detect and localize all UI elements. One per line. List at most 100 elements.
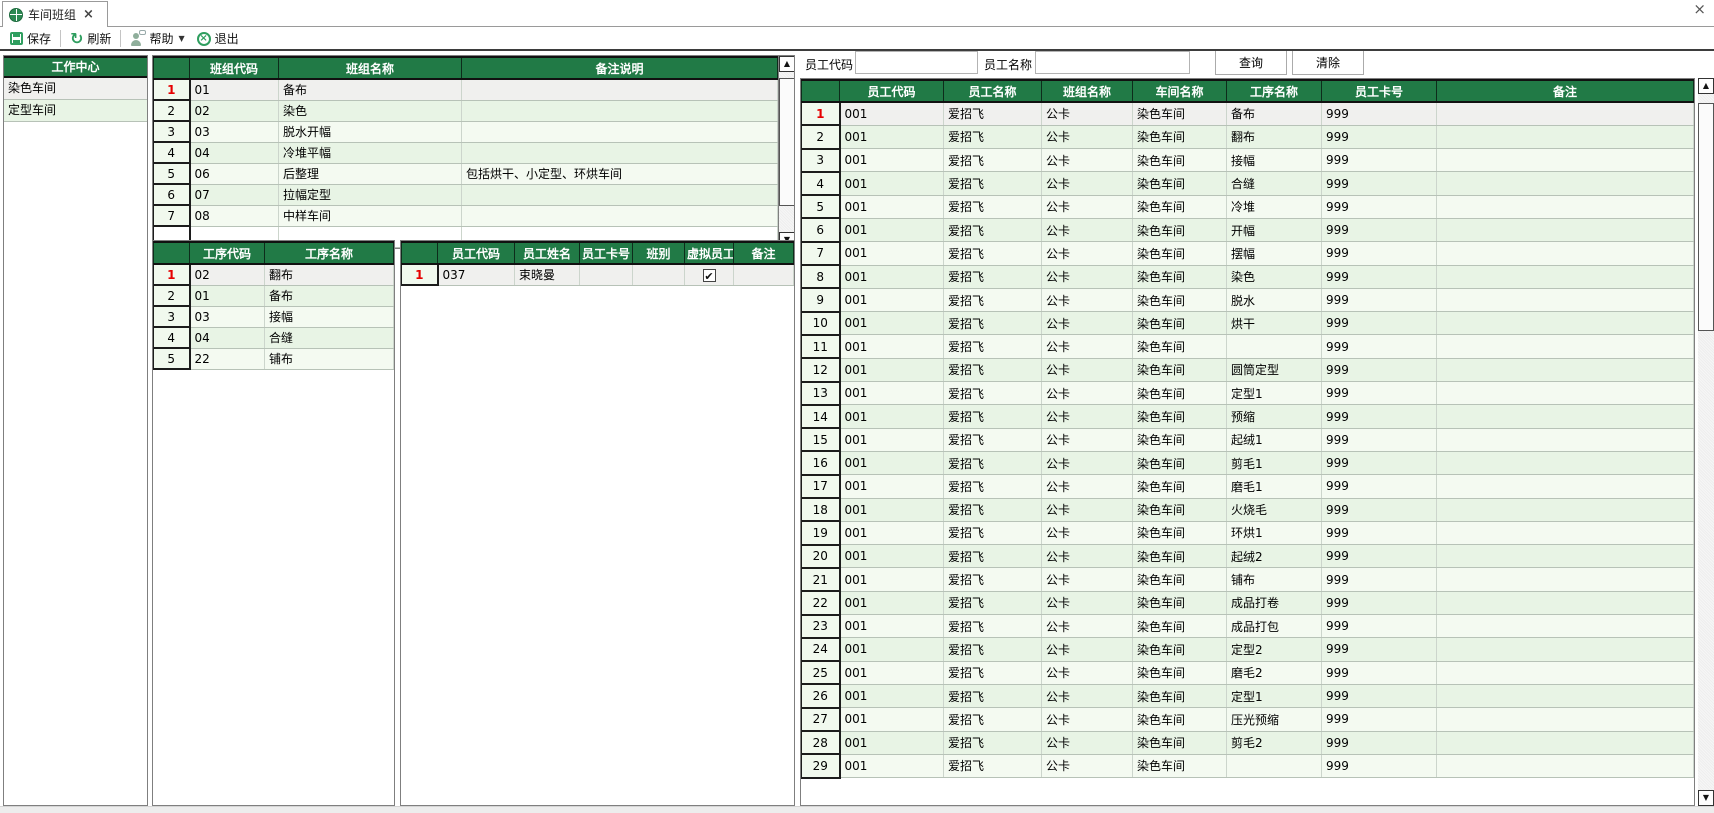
row-number[interactable]: 13 — [802, 382, 840, 405]
table-row[interactable]: 24001爱招飞公卡染色车间定型2999 — [802, 638, 1694, 661]
cell[interactable]: 04 — [190, 327, 265, 348]
row-number[interactable]: 21 — [802, 568, 840, 591]
cell[interactable]: 爱招飞 — [944, 638, 1042, 661]
query-button[interactable]: 查询 — [1215, 50, 1287, 75]
table-row[interactable]: 102翻布 — [154, 264, 394, 285]
work-center-item-dyeing[interactable]: 染色车间 — [4, 78, 147, 100]
table-row[interactable]: 13001爱招飞公卡染色车间定型1999 — [802, 382, 1694, 405]
cell[interactable] — [1437, 358, 1694, 381]
member-card-cell[interactable] — [580, 264, 633, 285]
cell[interactable]: 起绒2 — [1227, 545, 1322, 568]
cell[interactable]: 01 — [190, 285, 265, 306]
cell[interactable] — [1437, 405, 1694, 428]
cell[interactable]: 001 — [840, 568, 944, 591]
cell[interactable]: 001 — [840, 754, 944, 777]
cell[interactable]: 03 — [190, 121, 279, 142]
cell[interactable]: 备布 — [1227, 102, 1322, 125]
table-row[interactable]: 20001爱招飞公卡染色车间起绒2999 — [802, 545, 1694, 568]
emp-name-input[interactable] — [1035, 51, 1190, 74]
cell[interactable]: 染色车间 — [1133, 708, 1227, 731]
cell[interactable]: 公卡 — [1042, 125, 1133, 148]
cell[interactable] — [1437, 242, 1694, 265]
table-row[interactable]: 303接幅 — [154, 306, 394, 327]
row-number[interactable]: 26 — [802, 684, 840, 707]
table-row[interactable]: 6001爱招飞公卡染色车间开幅999 — [802, 218, 1694, 241]
cell[interactable]: 001 — [840, 615, 944, 638]
cell[interactable]: 爱招飞 — [944, 358, 1042, 381]
cell[interactable]: 染色车间 — [1133, 405, 1227, 428]
cell[interactable]: 001 — [840, 288, 944, 311]
table-row[interactable]: 26001爱招飞公卡染色车间定型1999 — [802, 684, 1694, 707]
row-number[interactable]: 18 — [802, 498, 840, 521]
cell[interactable]: 后整理 — [279, 163, 462, 184]
cell[interactable]: 001 — [840, 545, 944, 568]
cell[interactable]: 公卡 — [1042, 242, 1133, 265]
table-row[interactable]: 27001爱招飞公卡染色车间压光预缩999 — [802, 708, 1694, 731]
scrollbar-thumb[interactable] — [1698, 103, 1714, 331]
cell[interactable]: 999 — [1322, 754, 1437, 777]
cell[interactable]: 爱招飞 — [944, 545, 1042, 568]
cell[interactable]: 999 — [1322, 684, 1437, 707]
row-number[interactable]: 17 — [802, 475, 840, 498]
cell[interactable]: 染色车间 — [1133, 125, 1227, 148]
work-center-item-shaping[interactable]: 定型车间 — [4, 100, 147, 122]
cell[interactable]: 染色车间 — [1133, 568, 1227, 591]
row-number[interactable]: 12 — [802, 358, 840, 381]
cell[interactable]: 999 — [1322, 428, 1437, 451]
cell[interactable]: 001 — [840, 218, 944, 241]
cell[interactable]: 爱招飞 — [944, 125, 1042, 148]
row-number[interactable]: 20 — [802, 545, 840, 568]
cell[interactable]: 爱招飞 — [944, 661, 1042, 684]
row-number[interactable]: 2 — [802, 125, 840, 148]
table-row[interactable]: 202染色 — [154, 100, 778, 121]
cell[interactable]: 公卡 — [1042, 312, 1133, 335]
table-row[interactable]: 8001爱招飞公卡染色车间染色999 — [802, 265, 1694, 288]
cell[interactable] — [1437, 312, 1694, 335]
cell[interactable]: 爱招飞 — [944, 242, 1042, 265]
cell[interactable]: 翻布 — [1227, 125, 1322, 148]
cell[interactable]: 爱招飞 — [944, 288, 1042, 311]
cell[interactable]: 剪毛1 — [1227, 451, 1322, 474]
cell[interactable]: 爱招飞 — [944, 684, 1042, 707]
table-row[interactable]: 404冷堆平幅 — [154, 142, 778, 163]
cell[interactable]: 公卡 — [1042, 708, 1133, 731]
cell[interactable]: 999 — [1322, 521, 1437, 544]
cell[interactable] — [1227, 754, 1322, 777]
member-note-cell[interactable] — [734, 264, 794, 285]
cell[interactable]: 翻布 — [265, 264, 394, 285]
tab-close-icon[interactable]: × — [83, 7, 94, 22]
cell[interactable]: 染色车间 — [1133, 498, 1227, 521]
cell[interactable]: 中样车间 — [279, 205, 462, 226]
cell[interactable]: 染色车间 — [1133, 172, 1227, 195]
table-row[interactable]: 404合缝 — [154, 327, 394, 348]
table-row[interactable]: 21001爱招飞公卡染色车间铺布999 — [802, 568, 1694, 591]
row-number[interactable]: 1 — [154, 264, 190, 285]
cell[interactable] — [1437, 615, 1694, 638]
cell[interactable]: 999 — [1322, 125, 1437, 148]
cell[interactable]: 爱招飞 — [944, 265, 1042, 288]
cell[interactable]: 火烧毛 — [1227, 498, 1322, 521]
cell[interactable]: 公卡 — [1042, 428, 1133, 451]
cell[interactable]: 爱招飞 — [944, 382, 1042, 405]
cell[interactable]: 公卡 — [1042, 684, 1133, 707]
cell[interactable] — [1437, 661, 1694, 684]
cell[interactable]: 爱招飞 — [944, 195, 1042, 218]
cell[interactable]: 接幅 — [1227, 149, 1322, 172]
cell[interactable]: 爱招飞 — [944, 731, 1042, 754]
cell[interactable]: 001 — [840, 335, 944, 358]
cell[interactable] — [462, 121, 778, 142]
row-number[interactable]: 8 — [802, 265, 840, 288]
cell[interactable]: 脱水 — [1227, 288, 1322, 311]
table-row[interactable]: 14001爱招飞公卡染色车间预缩999 — [802, 405, 1694, 428]
cell[interactable]: 爱招飞 — [944, 754, 1042, 777]
row-number[interactable]: 22 — [802, 591, 840, 614]
clear-button[interactable]: 清除 — [1292, 50, 1364, 75]
cell[interactable]: 001 — [840, 242, 944, 265]
cell[interactable]: 开幅 — [1227, 218, 1322, 241]
cell[interactable]: 001 — [840, 195, 944, 218]
cell[interactable] — [1437, 498, 1694, 521]
cell[interactable] — [1437, 475, 1694, 498]
row-number[interactable]: 4 — [802, 172, 840, 195]
cell[interactable]: 爱招飞 — [944, 335, 1042, 358]
cell[interactable]: 染色车间 — [1133, 195, 1227, 218]
